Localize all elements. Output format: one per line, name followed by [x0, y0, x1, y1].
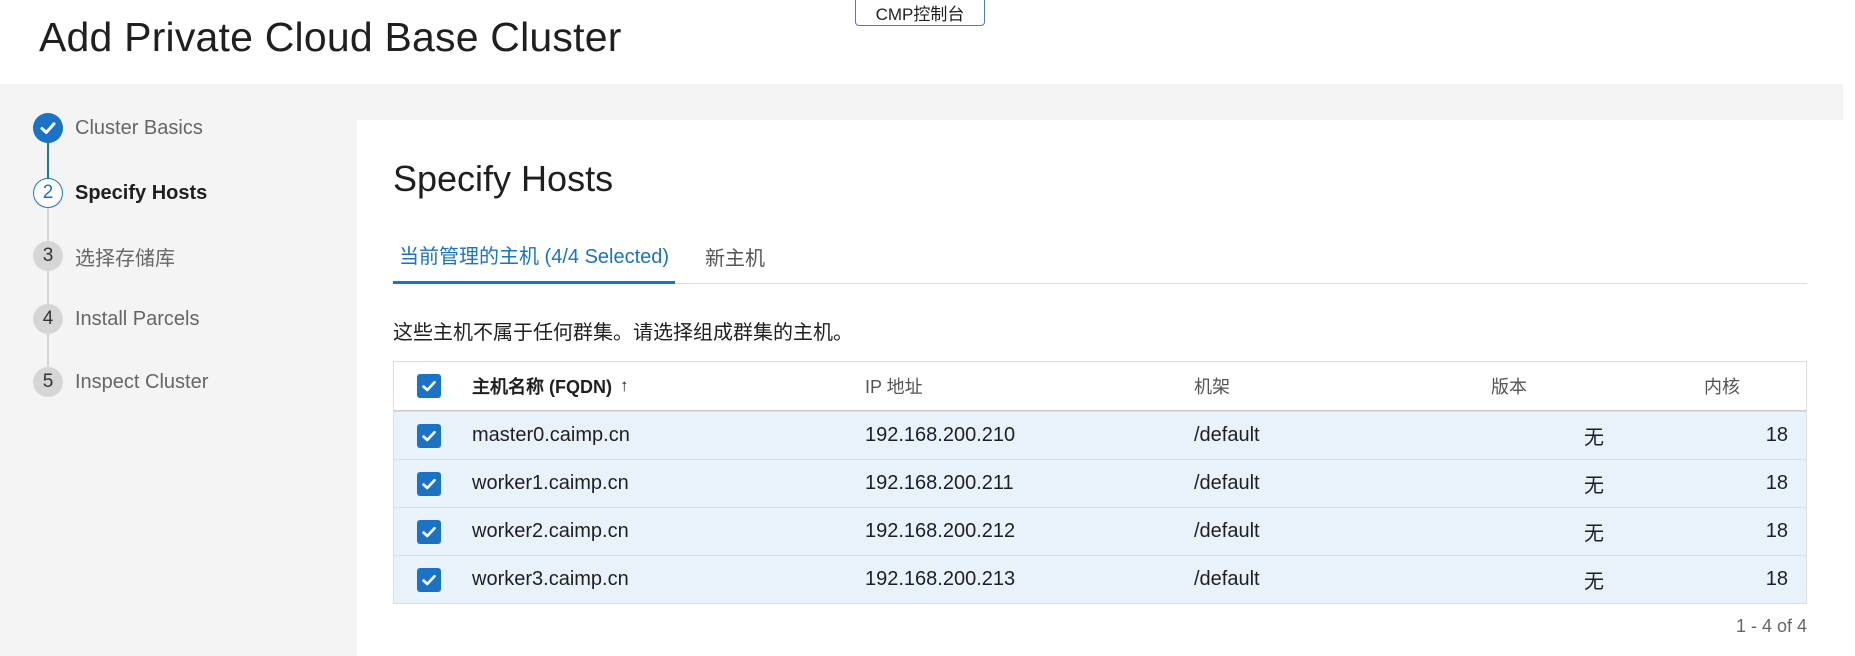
host-cores: 18 — [1765, 472, 1788, 494]
host-version: 无 — [1584, 475, 1604, 497]
step-label: Specify Hosts — [75, 181, 208, 204]
host-version: 无 — [1584, 523, 1604, 545]
host-tabs: 当前管理的主机 (4/4 Selected) 新主机 — [393, 228, 1807, 284]
checkmark-icon — [422, 526, 436, 537]
arrow-up-icon: ↑ — [619, 376, 629, 395]
host-ip: 192.168.200.210 — [865, 424, 1016, 446]
row-select-cell — [417, 556, 441, 603]
main-panel: Specify Hosts 当前管理的主机 (4/4 Selected) 新主机… — [357, 120, 1843, 656]
step-inspect-cluster[interactable]: 5 Inspect Cluster — [33, 367, 208, 397]
host-fqdn: worker3.caimp.cn — [472, 568, 629, 590]
column-header-version[interactable]: 版本 — [1491, 362, 1527, 410]
host-fqdn: worker1.caimp.cn — [472, 472, 629, 494]
step-label: Inspect Cluster — [75, 370, 209, 393]
step-label: Cluster Basics — [75, 116, 203, 139]
column-header-cores[interactable]: 内核 — [1704, 362, 1740, 410]
hosts-description: 这些主机不属于任何群集。请选择组成群集的主机。 — [393, 322, 853, 344]
host-fqdn: worker2.caimp.cn — [472, 520, 629, 542]
table-row[interactable]: worker3.caimp.cn 192.168.200.213 /defaul… — [394, 555, 1806, 603]
page-title: Add Private Cloud Base Cluster — [39, 14, 622, 60]
column-header-fqdn[interactable]: 主机名称 (FQDN) ↑ — [472, 362, 628, 410]
table-header-row: 主机名称 (FQDN) ↑ IP 地址 机架 版本 内核 — [394, 362, 1806, 411]
table-row[interactable]: master0.caimp.cn 192.168.200.210 /defaul… — [394, 411, 1806, 459]
row-select-cell — [417, 412, 441, 459]
select-all-cell — [417, 362, 441, 410]
host-version: 无 — [1584, 571, 1604, 593]
host-cores: 18 — [1765, 568, 1788, 590]
select-all-checkbox[interactable] — [417, 374, 441, 398]
step-label: 选择存储库 — [75, 247, 175, 270]
step-number: 4 — [33, 304, 63, 334]
host-rack: /default — [1194, 472, 1260, 494]
host-cores: 18 — [1765, 520, 1788, 542]
host-cores: 18 — [1765, 424, 1788, 446]
step-specify-hosts[interactable]: 2 Specify Hosts — [33, 178, 207, 208]
checkmark-icon — [422, 380, 436, 392]
column-header-rack[interactable]: 机架 — [1194, 362, 1230, 410]
wizard-stepper: Cluster Basics 2 Specify Hosts 3 选择存储库 4… — [0, 84, 357, 656]
section-title: Specify Hosts — [393, 158, 614, 199]
table-row[interactable]: worker1.caimp.cn 192.168.200.211 /defaul… — [394, 459, 1806, 507]
step-select-repository[interactable]: 3 选择存储库 — [33, 241, 175, 271]
right-edge-strip — [1843, 84, 1855, 656]
checkmark-icon — [422, 478, 436, 489]
cmp-console-button[interactable]: CMP控制台 — [855, 0, 985, 26]
row-select-cell — [417, 508, 441, 555]
step-number: 2 — [33, 178, 63, 208]
column-header-ip[interactable]: IP 地址 — [865, 362, 923, 410]
host-ip: 192.168.200.211 — [865, 472, 1014, 494]
host-ip: 192.168.200.212 — [865, 520, 1016, 542]
step-cluster-basics[interactable]: Cluster Basics — [33, 113, 203, 143]
row-checkbox[interactable] — [417, 471, 441, 496]
tab-new-hosts[interactable]: 新主机 — [705, 228, 765, 284]
step-install-parcels[interactable]: 4 Install Parcels — [33, 304, 200, 334]
checkmark-icon — [422, 430, 436, 441]
hosts-table: 主机名称 (FQDN) ↑ IP 地址 机架 版本 内核 master0.cai… — [393, 361, 1807, 604]
host-version: 无 — [1584, 427, 1604, 449]
column-header-label: 主机名称 (FQDN) — [472, 377, 612, 397]
host-rack: /default — [1194, 568, 1260, 590]
host-rack: /default — [1194, 424, 1260, 446]
host-rack: /default — [1194, 520, 1260, 542]
page-header: Add Private Cloud Base Cluster CMP控制台 — [0, 0, 1855, 84]
row-checkbox[interactable] — [417, 567, 441, 592]
checkmark-icon — [33, 113, 63, 143]
checkmark-icon — [422, 574, 436, 585]
tab-managed-hosts[interactable]: 当前管理的主机 (4/4 Selected) — [393, 228, 676, 284]
step-number: 3 — [33, 241, 63, 271]
step-number: 5 — [33, 367, 63, 397]
step-label: Install Parcels — [75, 307, 200, 330]
row-select-cell — [417, 460, 441, 507]
host-ip: 192.168.200.213 — [865, 568, 1016, 590]
table-row[interactable]: worker2.caimp.cn 192.168.200.212 /defaul… — [394, 507, 1806, 555]
row-checkbox[interactable] — [417, 423, 441, 448]
row-checkbox[interactable] — [417, 519, 441, 544]
host-fqdn: master0.caimp.cn — [472, 424, 630, 446]
pagination-summary: 1 - 4 of 4 — [1735, 616, 1807, 636]
